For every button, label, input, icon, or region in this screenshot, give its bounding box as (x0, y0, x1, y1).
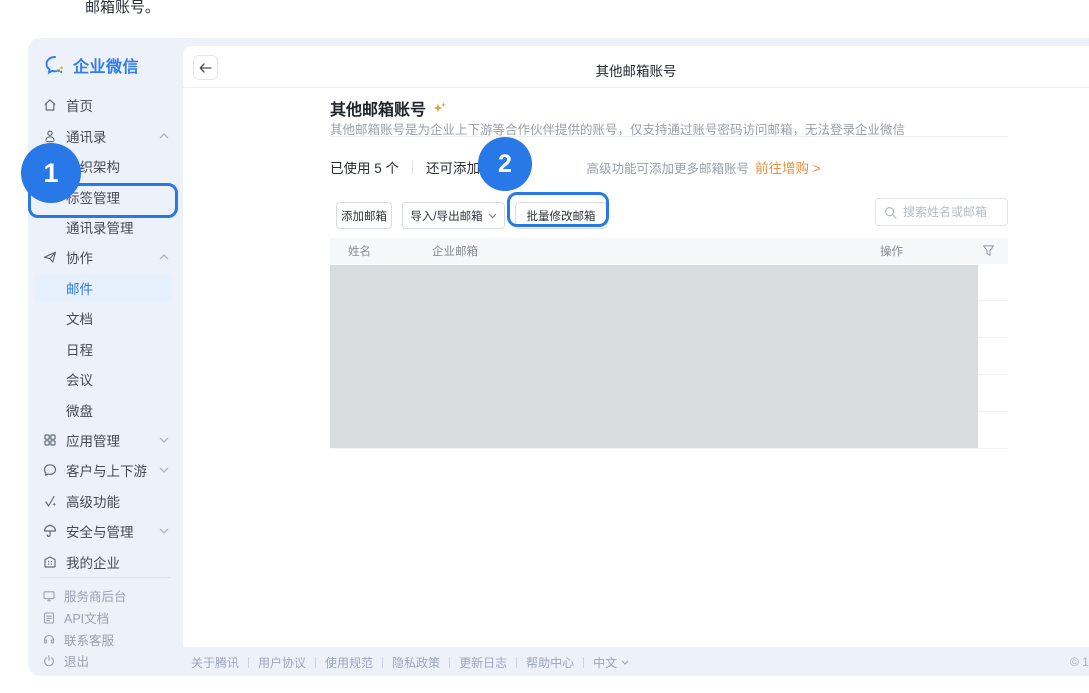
chevron-down-icon (621, 660, 629, 665)
sidebar-item-contacts-management[interactable]: 通讯录管理 (28, 212, 183, 242)
sparkle-wand-icon (42, 493, 58, 509)
sidebar-item-app-management[interactable]: 应用管理 (28, 425, 183, 455)
divider (330, 136, 1008, 137)
footer-link-user-agreement[interactable]: 用户协议 (258, 654, 306, 671)
usage-stats: 已使用 5 个 还可添加 9 个 高级功能可添加更多邮箱账号 前往增购 > (330, 156, 821, 178)
column-actions: 操作 (880, 238, 903, 264)
footer-separator (516, 657, 517, 668)
redacted-rows-overlay (330, 265, 978, 448)
clipped-sentence: 邮箱账号。 (85, 0, 160, 17)
app-logo[interactable]: 企业微信 (44, 53, 139, 77)
footer-link-privacy-policy[interactable]: 隐私政策 (392, 654, 440, 671)
filter-icon[interactable] (982, 244, 995, 257)
sidebar-item-schedule[interactable]: 日程 (28, 334, 183, 364)
panel-content: 其他邮箱账号 其他邮箱账号是为企业上下游等合作伙伴提供的账号，仅支持通过账号密码… (330, 88, 1008, 647)
remaining-count: 还可添加 9 个 (426, 157, 509, 177)
footer-separator (315, 657, 316, 668)
toolbar: 添加邮箱 导入/导出邮箱 批量修改邮箱 (336, 202, 607, 229)
sidebar-item-home[interactable]: 首页 (28, 90, 183, 120)
chevron-up-icon (159, 133, 169, 139)
company-icon (42, 554, 58, 570)
footer-separator (382, 657, 383, 668)
app-logo-text: 企业微信 (73, 53, 139, 77)
sidebar: 企业微信 首页 通讯录 组织架构 标签管理 通讯录管理 (28, 38, 183, 676)
footer-link-help-center[interactable]: 帮助中心 (526, 654, 574, 671)
add-mailbox-button[interactable]: 添加邮箱 (336, 202, 392, 229)
footer-separator (248, 657, 249, 668)
search-icon (884, 206, 897, 219)
sidebar-item-mail[interactable]: 邮件 (34, 273, 172, 303)
app-window: 企业微信 首页 通讯录 组织架构 标签管理 通讯录管理 (28, 38, 1089, 676)
sparkle-icon (432, 101, 447, 116)
main-panel: 其他邮箱账号 其他邮箱账号 其他邮箱账号是为企业上下游等合作伙伴提供的账号，仅支… (183, 46, 1089, 647)
sidebar-item-contacts[interactable]: 通讯录 (28, 120, 183, 150)
upsell-text: 高级功能可添加更多邮箱账号 (587, 158, 750, 177)
document-icon (42, 611, 56, 625)
footer-link-usage-rules[interactable]: 使用规范 (325, 654, 373, 671)
footer: 关于腾讯 用户协议 使用规范 隐私政策 更新日志 帮助中心 中文 © 1998 … (183, 647, 1089, 676)
apps-grid-icon (42, 432, 58, 448)
table-header: 姓名 企业邮箱 操作 (330, 238, 1008, 264)
language-selector[interactable]: 中文 (593, 654, 629, 671)
batch-edit-mailbox-button[interactable]: 批量修改邮箱 (515, 202, 607, 229)
home-icon (42, 97, 58, 113)
page-title: 其他邮箱账号 (183, 60, 1089, 80)
used-count: 已使用 5 个 (330, 157, 399, 177)
copyright-text: © 1998 - 2025 Tencent Inc. All R (1070, 647, 1089, 676)
column-email: 企业邮箱 (432, 238, 478, 264)
sidebar-item-tag-management[interactable]: 标签管理 (28, 181, 183, 211)
umbrella-icon (42, 523, 58, 539)
upsell-link[interactable]: 前往增购 > (755, 157, 821, 177)
sidebar-item-advanced-features[interactable]: 高级功能 (28, 486, 183, 516)
footer-link-changelog[interactable]: 更新日志 (459, 654, 507, 671)
chevron-down-icon (159, 467, 169, 473)
footer-separator (449, 657, 450, 668)
sidebar-item-api-docs[interactable]: API文档 (28, 607, 183, 629)
sidebar-item-my-company[interactable]: 我的企业 (28, 547, 183, 577)
sidebar-item-customers[interactable]: 客户与上下游 (28, 455, 183, 485)
sidebar-item-contact-support[interactable]: 联系客服 (28, 628, 183, 650)
wecom-logo-icon (44, 54, 66, 76)
contacts-icon (42, 128, 58, 144)
sidebar-item-collaboration[interactable]: 协作 (28, 242, 183, 272)
sidebar-item-security-management[interactable]: 安全与管理 (28, 516, 183, 546)
sidebar-item-provider-console[interactable]: 服务商后台 (28, 585, 183, 607)
search-input[interactable] (903, 205, 999, 219)
sidebar-item-org-structure[interactable]: 组织架构 (28, 151, 183, 181)
chevron-down-icon (159, 528, 169, 534)
sidebar-divider (40, 577, 171, 578)
sidebar-item-docs[interactable]: 文档 (28, 303, 183, 333)
table-body (330, 264, 1008, 449)
sidebar-item-drive[interactable]: 微盘 (28, 394, 183, 424)
chevron-down-icon (488, 213, 497, 219)
chevron-down-icon (159, 437, 169, 443)
section-heading: 其他邮箱账号 (330, 96, 426, 120)
panel-topbar: 其他邮箱账号 (183, 46, 1089, 88)
monitor-icon (42, 589, 56, 603)
sidebar-item-meeting[interactable]: 会议 (28, 364, 183, 394)
power-icon (42, 654, 56, 668)
column-name: 姓名 (348, 238, 371, 264)
sidebar-item-logout[interactable]: 退出 (28, 650, 183, 672)
chevron-up-icon (159, 254, 169, 260)
sidebar-bottom-links: 服务商后台 API文档 联系客服 退出 (28, 585, 183, 672)
collaboration-icon (42, 249, 58, 265)
import-export-button[interactable]: 导入/导出邮箱 (402, 202, 505, 229)
chat-bubble-icon (42, 462, 58, 478)
stats-separator (412, 161, 413, 174)
footer-separator (583, 657, 584, 668)
sidebar-menu: 首页 通讯录 组织架构 标签管理 通讯录管理 协作 邮件 (28, 90, 183, 577)
search-box[interactable] (875, 198, 1008, 226)
footer-link-about[interactable]: 关于腾讯 (191, 654, 239, 671)
headset-icon (42, 632, 56, 646)
